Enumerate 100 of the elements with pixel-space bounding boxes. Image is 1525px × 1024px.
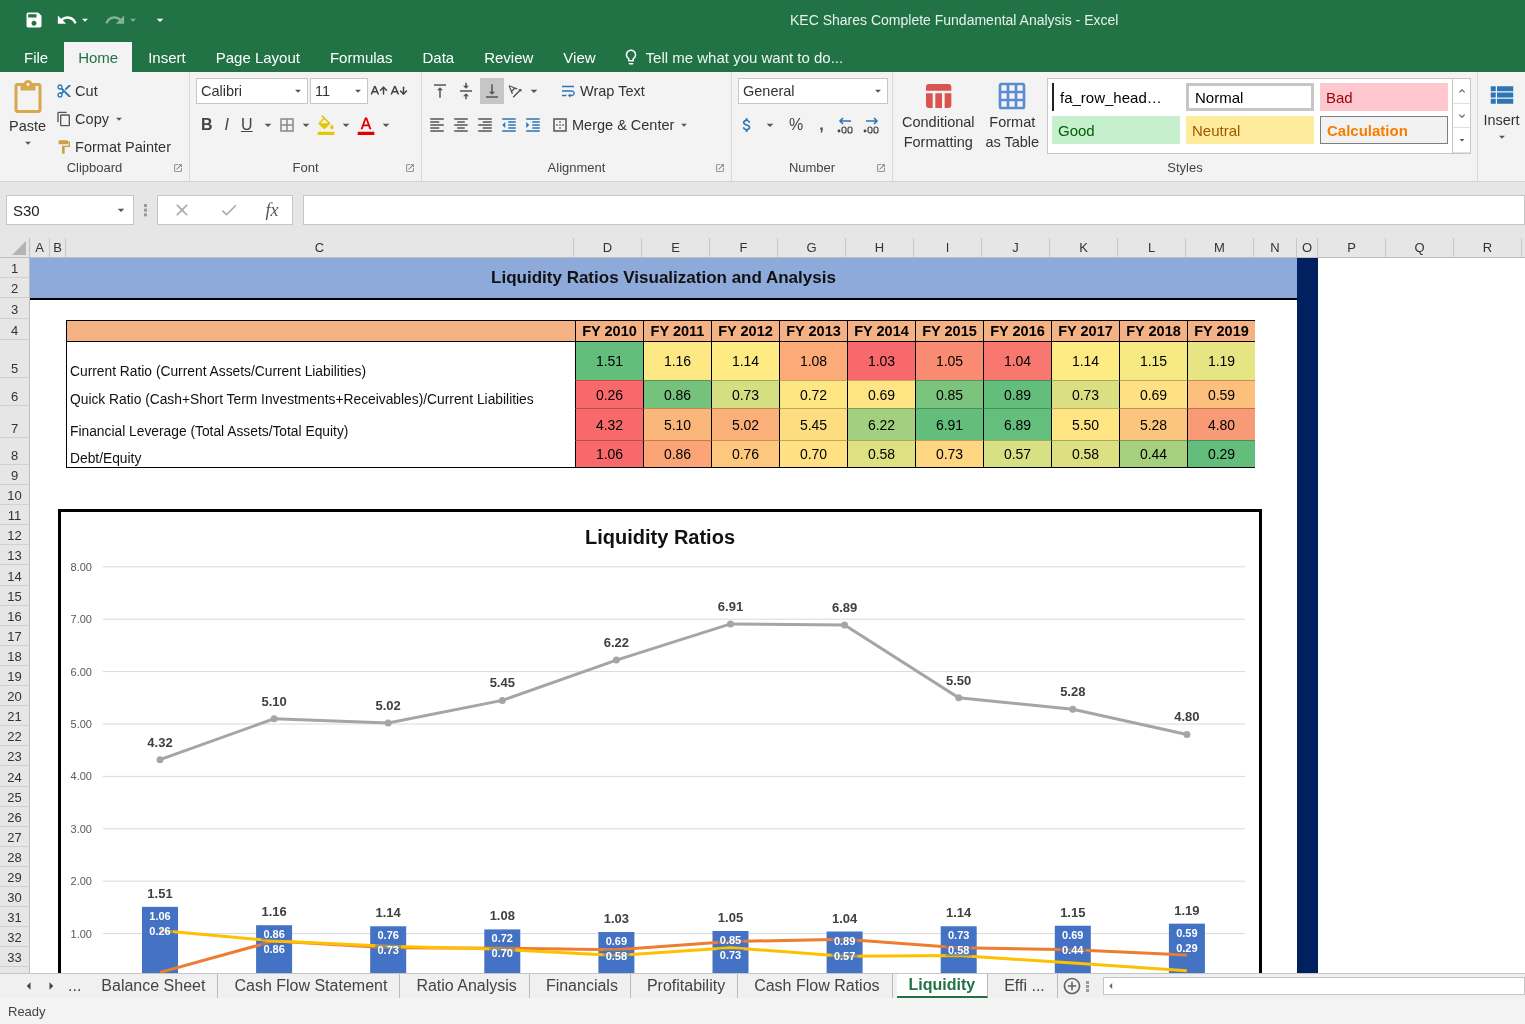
data-label: 1.19: [1174, 902, 1200, 918]
data-label: 0.29: [1173, 941, 1200, 954]
table-cell: 5.02: [711, 408, 779, 440]
table-cell: 0.76: [711, 440, 779, 467]
data-label: 6.22: [603, 635, 630, 651]
data-label: 5.45: [489, 675, 515, 691]
table-cell-text: Debt/Equity: [69, 450, 143, 467]
data-label: 1.14: [946, 905, 972, 921]
table-cell: 5.10: [643, 408, 711, 440]
table-cell: 1.15: [1119, 342, 1187, 380]
chart-title: Liquidity Ratios: [585, 526, 735, 548]
table-cell: 0.57: [983, 440, 1051, 467]
data-label: 0.58: [603, 950, 630, 963]
data-label: 0.26: [147, 924, 173, 937]
table-cell: 0.59: [1187, 380, 1255, 408]
table-cell: 1.16: [643, 342, 711, 380]
data-label: 6.91: [717, 598, 744, 614]
group-label: Styles: [1167, 160, 1203, 175]
group-label: Number: [788, 160, 836, 175]
data-label: 1.16: [261, 904, 287, 920]
window-title: KEC Shares Complete Fundamental Analysis - Excel: [790, 12, 1119, 28]
table-header-cell: FY 2016: [983, 321, 1051, 342]
table-cell: 6.22: [847, 408, 915, 440]
data-label: 1.51: [147, 885, 173, 901]
data-label: 6.89: [831, 599, 858, 615]
table-cell: 4.80: [1187, 408, 1255, 440]
axis-label: 7.00: [70, 613, 92, 626]
data-label: 0.73: [375, 944, 402, 957]
axis-label: 4.00: [70, 770, 92, 783]
data-label: 4.32: [147, 734, 173, 750]
table-cell: 0.26: [575, 380, 643, 408]
table-cell: 5.50: [1051, 408, 1119, 440]
table-cell: 5.28: [1119, 408, 1187, 440]
table-cell: 1.08: [779, 342, 847, 380]
table-cell: 1.14: [711, 342, 779, 380]
table-cell: 0.44: [1119, 440, 1187, 467]
data-label: 0.59: [1173, 926, 1200, 939]
data-label: 5.10: [261, 693, 287, 709]
data-label: 5.28: [1060, 684, 1086, 700]
table-cell: 5.45: [779, 408, 847, 440]
table-cell: 1.05: [915, 342, 983, 380]
table-cell: 0.70: [779, 440, 847, 467]
data-label: 1.08: [489, 908, 515, 924]
group-label: Font: [292, 160, 319, 175]
data-label: 0.72: [489, 932, 516, 945]
table-cell: 6.91: [915, 408, 983, 440]
table-cell: 1.14: [1051, 342, 1119, 380]
group-label: Clipboard: [66, 160, 123, 175]
data-label: 0.76: [375, 929, 402, 942]
table-cell: 1.03: [847, 342, 915, 380]
data-label: 0.69: [1059, 928, 1086, 941]
table-cell: 1.06: [575, 440, 643, 467]
data-label: 0.70: [489, 947, 516, 960]
axis-label: 3.00: [70, 822, 92, 835]
data-label: 4.80: [1174, 709, 1200, 725]
axis-label: 2.00: [70, 875, 92, 888]
table-header-cell: FY 2018: [1119, 321, 1187, 342]
table-cell-text: Current Ratio (Current Assets/Current Liabilities): [69, 363, 367, 380]
axis-label: 6.00: [70, 665, 92, 678]
table-header-cell: FY 2019: [1187, 321, 1255, 342]
table-cell: 0.69: [1119, 380, 1187, 408]
table-cell: 0.85: [915, 380, 983, 408]
data-label: 5.02: [375, 697, 401, 713]
table-cell: 0.29: [1187, 440, 1255, 467]
table-cell: 1.04: [983, 342, 1051, 380]
data-label: 0.73: [945, 929, 972, 942]
table-header-cell: FY 2017: [1051, 321, 1119, 342]
table-cell: 0.73: [711, 380, 779, 408]
table-cell: 6.89: [983, 408, 1051, 440]
table-cell: 4.32: [575, 408, 643, 440]
table-cell: 0.58: [1051, 440, 1119, 467]
data-label: 1.04: [831, 910, 858, 926]
table-cell: 0.73: [915, 440, 983, 467]
sheet-title-banner: Liquidity Ratios Visualization and Analysis: [30, 258, 1297, 300]
data-label: 0.89: [831, 934, 858, 947]
table-cell: 0.86: [643, 380, 711, 408]
status-text: Ready: [8, 1003, 46, 1019]
data-label: 0.86: [261, 943, 288, 956]
table-header-cell: FY 2015: [915, 321, 983, 342]
data-label: 0.85: [717, 934, 744, 946]
table-cell: 0.73: [1051, 380, 1119, 408]
data-label: 1.06: [147, 909, 173, 922]
axis-label: 8.00: [70, 560, 92, 573]
table-cell: 0.72: [779, 380, 847, 408]
group-label: Alignment: [547, 160, 606, 175]
table-header-cell: FY 2013: [779, 321, 847, 342]
data-label: 0.73: [717, 949, 744, 961]
table-header-cell: FY 2014: [847, 321, 915, 342]
table-cell-text: Quick Ratio (Cash+Short Term Investments+Receivables)/Current Liabilities: [69, 391, 535, 408]
data-label: 0.58: [945, 944, 972, 957]
data-label: 0.69: [603, 935, 630, 948]
data-label: 0.44: [1059, 943, 1086, 956]
table-cell: 1.19: [1187, 342, 1255, 380]
data-label: 1.15: [1060, 904, 1086, 920]
table-cell: 1.51: [575, 342, 643, 380]
table-cell: 0.86: [643, 440, 711, 467]
table-header-cell: FY 2011: [643, 321, 711, 342]
data-label: 0.57: [831, 949, 858, 962]
data-label: 1.05: [717, 910, 744, 925]
data-label: 5.50: [946, 672, 972, 688]
